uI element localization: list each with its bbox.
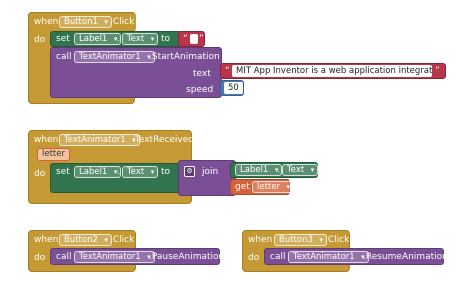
when-keyword: when	[34, 17, 59, 27]
component-dropdown-button1[interactable]: Button1 ▾	[59, 16, 112, 28]
set-keyword: set	[56, 34, 70, 44]
component-dropdown-button3[interactable]: Button3 ▾	[274, 234, 327, 246]
property-dropdown-text[interactable]: Text ▾	[122, 33, 159, 45]
target-dropdown-label1[interactable]: Label1 ▾	[74, 33, 122, 45]
variable-dropdown-letter[interactable]: letter ▾	[252, 181, 294, 193]
call-keyword: call	[56, 52, 72, 62]
text-string-field[interactable]: MIT App Inventor is a web application in…	[232, 65, 432, 77]
do-keyword: do	[34, 35, 46, 45]
do-keyword: do	[34, 169, 46, 179]
quote-left: “	[183, 34, 188, 44]
to-keyword: to	[161, 34, 171, 44]
getter-target-dropdown[interactable]: Label1 ▾	[235, 164, 283, 176]
call-keyword: call	[56, 252, 72, 262]
animator-dropdown[interactable]: TextAnimator1 ▾	[74, 51, 155, 63]
do-keyword: do	[248, 253, 260, 263]
component-dropdown-button2[interactable]: Button2 ▾	[59, 234, 112, 246]
empty-string-field[interactable]	[190, 34, 198, 44]
when-keyword: when	[248, 235, 273, 245]
join-keyword: join	[202, 167, 219, 177]
get-keyword: get	[235, 182, 250, 192]
event-name: .Click	[110, 235, 135, 245]
set-keyword: set	[56, 167, 70, 177]
event-name: .Click	[110, 17, 135, 27]
when-keyword: when	[34, 135, 59, 145]
component-dropdown-textanimator1[interactable]: TextAnimator1 ▾	[59, 134, 140, 146]
property-dropdown-text[interactable]: Text ▾	[122, 166, 159, 178]
method-name: .ResumeAnimation	[363, 252, 448, 262]
event-parameter-letter[interactable]: letter	[37, 148, 70, 161]
gear-icon[interactable]: ⚙	[184, 166, 195, 177]
getter-property-dropdown[interactable]: Text ▾	[282, 164, 319, 176]
speed-arg-label: speed	[186, 85, 214, 95]
text-arg-label: text	[193, 69, 211, 79]
when-keyword: when	[34, 235, 59, 245]
call-keyword: call	[270, 252, 286, 262]
quote-right: ”	[199, 34, 204, 44]
speed-number-field[interactable]: 50	[224, 82, 243, 94]
animator-dropdown[interactable]: TextAnimator1 ▾	[288, 251, 369, 263]
target-dropdown-label1[interactable]: Label1 ▾	[74, 166, 122, 178]
method-name: .PauseAnimation	[149, 252, 225, 262]
animator-dropdown[interactable]: TextAnimator1 ▾	[74, 251, 155, 263]
event-name: .Click	[325, 235, 350, 245]
method-name: .StartAnimation	[149, 52, 220, 62]
do-keyword: do	[34, 253, 46, 263]
event-name: .TextReceived	[132, 135, 195, 145]
to-keyword: to	[161, 167, 171, 177]
